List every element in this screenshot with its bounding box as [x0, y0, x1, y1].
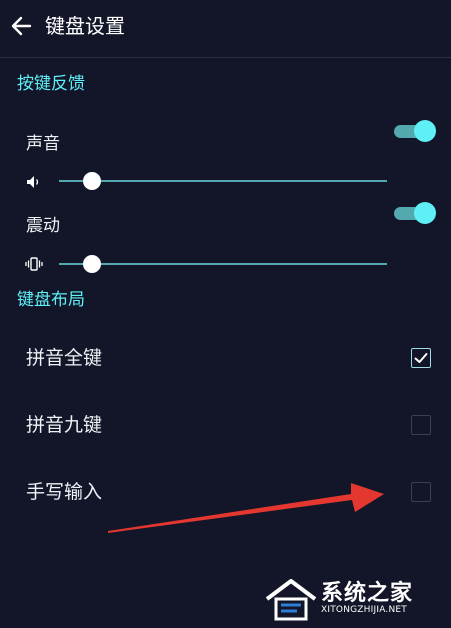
slider-thumb[interactable] [82, 172, 101, 190]
layout-option-checkbox[interactable] [411, 482, 431, 502]
sound-toggle[interactable] [394, 120, 436, 142]
header-divider [0, 57, 451, 58]
slider-rail [59, 263, 387, 265]
vibration-toggle[interactable] [394, 202, 436, 224]
layout-option-label: 拼音九键 [26, 414, 103, 436]
sound-volume-slider[interactable] [59, 169, 387, 193]
vibration-label: 震动 [26, 216, 60, 236]
section-title-feedback: 按键反馈 [17, 74, 85, 94]
toggle-knob [414, 202, 436, 224]
section-title-layout: 键盘布局 [17, 290, 85, 310]
watermark-logo: 系统之家 XITONGZHIJIA.NET [263, 575, 443, 623]
house-logo-icon [265, 579, 317, 621]
watermark-subtext: XITONGZHIJIA.NET [321, 605, 407, 615]
back-button[interactable] [9, 13, 35, 39]
layout-option-label: 拼音全键 [26, 347, 103, 369]
app-bar: 键盘设置 [0, 0, 451, 56]
slider-thumb[interactable] [82, 255, 101, 273]
watermark-text: 系统之家 [321, 581, 414, 606]
slider-rail [59, 180, 387, 182]
layout-option-checkbox[interactable] [411, 415, 431, 435]
arrow-left-icon [11, 16, 32, 36]
checkmark-icon [414, 353, 428, 363]
layout-option-label: 手写输入 [26, 481, 103, 503]
page-title: 键盘设置 [45, 14, 125, 38]
vibration-intensity-slider[interactable] [59, 252, 387, 276]
layout-option-checkbox[interactable] [411, 348, 431, 368]
volume-icon [25, 174, 43, 190]
toggle-knob [414, 120, 436, 142]
sound-label: 声音 [26, 134, 60, 154]
vibrate-icon [25, 256, 43, 272]
